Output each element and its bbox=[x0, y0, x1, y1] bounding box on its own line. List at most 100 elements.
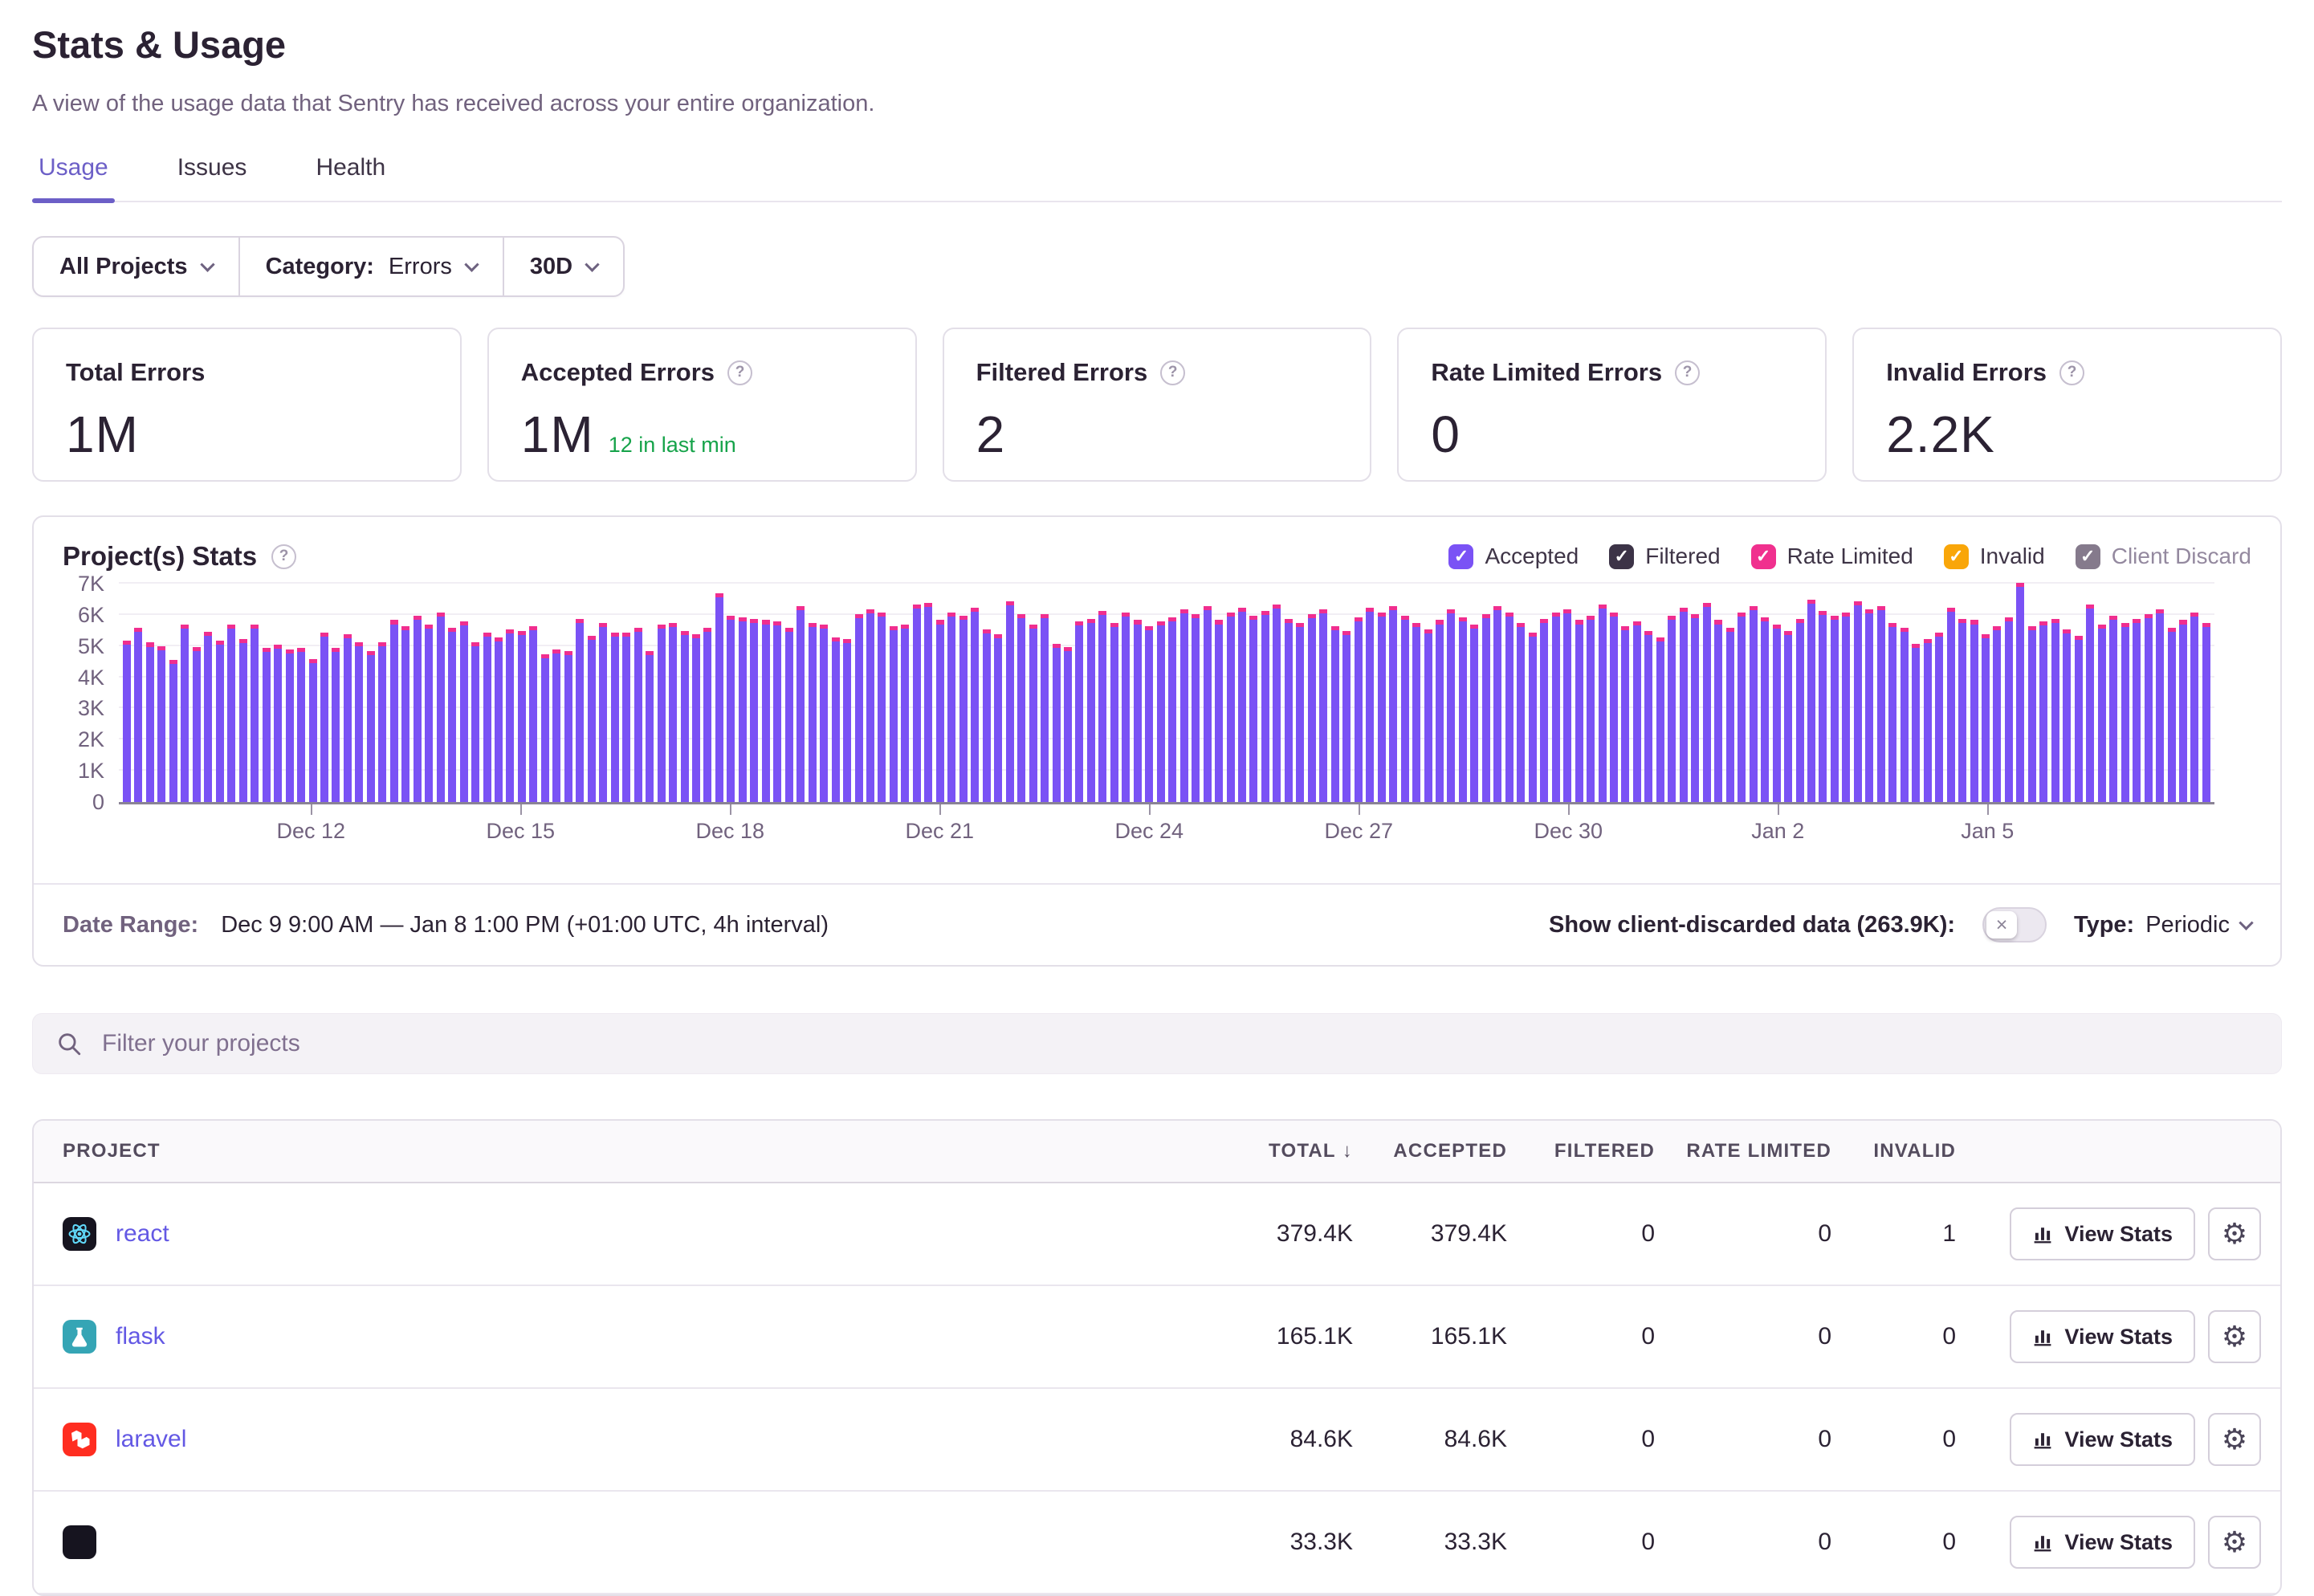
chart-bar[interactable] bbox=[959, 616, 968, 802]
chart-bar[interactable] bbox=[1122, 613, 1130, 802]
chart-bar[interactable] bbox=[1935, 633, 1943, 802]
chart-bar[interactable] bbox=[1958, 619, 1966, 802]
chart-bar[interactable] bbox=[1145, 626, 1153, 802]
chart-bar[interactable] bbox=[529, 626, 537, 802]
chart-bar[interactable] bbox=[692, 634, 700, 802]
chart-bar[interactable] bbox=[227, 625, 235, 802]
chart-bar[interactable] bbox=[181, 625, 189, 802]
help-icon[interactable]: ? bbox=[271, 544, 296, 569]
chart-bar[interactable] bbox=[123, 641, 131, 802]
chart-bar[interactable] bbox=[1238, 608, 1246, 802]
chart-bar[interactable] bbox=[564, 651, 572, 802]
chart-bar[interactable] bbox=[622, 633, 630, 802]
chart-bar[interactable] bbox=[947, 613, 955, 802]
chart-bar[interactable] bbox=[274, 645, 282, 802]
chart-bar[interactable] bbox=[309, 659, 317, 802]
chart-bar[interactable] bbox=[320, 633, 328, 802]
chart-bar[interactable] bbox=[983, 629, 991, 802]
chart-bar[interactable] bbox=[297, 648, 305, 802]
chart-bar[interactable] bbox=[773, 621, 781, 802]
chart-bar[interactable] bbox=[425, 625, 433, 802]
chart-bar[interactable] bbox=[1831, 616, 1839, 802]
chart-bar[interactable] bbox=[1656, 637, 1664, 802]
chart-bar[interactable] bbox=[169, 660, 177, 802]
chart-bar[interactable] bbox=[2051, 619, 2059, 802]
chart-bar[interactable] bbox=[1761, 617, 1769, 802]
chart-bar[interactable] bbox=[251, 625, 259, 802]
project-settings-button[interactable]: ⚙ bbox=[2208, 1310, 2261, 1363]
chart-bar[interactable] bbox=[1075, 621, 1083, 802]
chart-bar[interactable] bbox=[2075, 636, 2083, 802]
chart-bar[interactable] bbox=[518, 631, 526, 802]
chart-bar[interactable] bbox=[2190, 613, 2198, 802]
chart-bar[interactable] bbox=[1470, 625, 1478, 802]
chart-bar[interactable] bbox=[495, 637, 503, 802]
chart-bar[interactable] bbox=[1261, 611, 1269, 802]
chart-bar[interactable] bbox=[2179, 620, 2187, 802]
chart-bar[interactable] bbox=[1517, 623, 1525, 802]
chart-bar[interactable] bbox=[646, 651, 654, 802]
chart-bar[interactable] bbox=[1389, 606, 1397, 802]
column-header-total[interactable]: TOTAL↓ bbox=[1200, 1140, 1353, 1162]
chart-bar[interactable] bbox=[2086, 605, 2094, 802]
chart-bar[interactable] bbox=[2202, 623, 2210, 802]
chart-bar[interactable] bbox=[634, 628, 642, 802]
chart-bar[interactable] bbox=[1912, 644, 1920, 802]
chart-bar[interactable] bbox=[401, 626, 409, 802]
chart-bar[interactable] bbox=[715, 593, 723, 802]
chart-bar[interactable] bbox=[1157, 621, 1165, 802]
chart-bar[interactable] bbox=[1888, 623, 1896, 802]
chart-bar[interactable] bbox=[1331, 626, 1339, 802]
chart-bar[interactable] bbox=[924, 603, 932, 802]
chart-bar[interactable] bbox=[1098, 611, 1106, 802]
chart-bar[interactable] bbox=[1366, 608, 1374, 802]
chart-bar[interactable] bbox=[843, 639, 851, 802]
chart-bar[interactable] bbox=[1459, 617, 1467, 802]
date-range-dropdown[interactable]: 30D bbox=[504, 238, 623, 295]
chart-bar[interactable] bbox=[1703, 603, 1711, 802]
chart-bar[interactable] bbox=[2016, 583, 2024, 802]
chart-bar[interactable] bbox=[1644, 631, 1652, 802]
tab-issues[interactable]: Issues bbox=[171, 154, 254, 201]
chart-bar[interactable] bbox=[1877, 606, 1885, 802]
chart-bar[interactable] bbox=[541, 654, 549, 802]
chart-bar[interactable] bbox=[890, 626, 898, 802]
chart-bar[interactable] bbox=[157, 646, 165, 802]
chart-bar[interactable] bbox=[239, 639, 247, 802]
chart-bar[interactable] bbox=[1134, 620, 1142, 802]
chart-bar[interactable] bbox=[1204, 606, 1212, 802]
help-icon[interactable]: ? bbox=[1675, 360, 1700, 385]
chart-bar[interactable] bbox=[1575, 620, 1583, 802]
chart-bar[interactable] bbox=[588, 636, 596, 802]
chart-bar[interactable] bbox=[1714, 620, 1722, 802]
chart-bar[interactable] bbox=[1319, 609, 1327, 802]
chart-bar[interactable] bbox=[1215, 620, 1223, 802]
chart-bar[interactable] bbox=[866, 609, 874, 802]
chart-bar[interactable] bbox=[1192, 614, 1200, 802]
chart-bar[interactable] bbox=[1180, 609, 1188, 802]
legend-item-rate-limited[interactable]: ✓Rate Limited bbox=[1751, 544, 1913, 569]
legend-item-client-discard[interactable]: ✓Client Discard bbox=[2076, 544, 2251, 569]
legend-item-invalid[interactable]: ✓Invalid bbox=[1944, 544, 2045, 569]
chart-bar[interactable] bbox=[1087, 619, 1095, 802]
chart-bar[interactable] bbox=[1053, 644, 1061, 802]
chart-bar[interactable] bbox=[762, 620, 770, 802]
chart-bar[interactable] bbox=[2145, 614, 2153, 802]
projects-filter-dropdown[interactable]: All Projects bbox=[34, 238, 240, 295]
chart-bar[interactable] bbox=[1621, 626, 1629, 802]
chart-bar[interactable] bbox=[1505, 613, 1513, 802]
chart-bar[interactable] bbox=[332, 648, 340, 802]
client-discard-toggle[interactable]: × bbox=[1982, 907, 2047, 943]
chart-bar[interactable] bbox=[1029, 625, 1037, 802]
chart-bar[interactable] bbox=[1865, 609, 1873, 802]
chart-bar[interactable] bbox=[1854, 601, 1862, 802]
project-settings-button[interactable]: ⚙ bbox=[2208, 1207, 2261, 1260]
chart-bar[interactable] bbox=[2156, 609, 2164, 802]
chart-bar[interactable] bbox=[1587, 616, 1595, 802]
chart-bar[interactable] bbox=[1993, 626, 2001, 802]
chart-bar[interactable] bbox=[878, 613, 886, 802]
column-header-invalid[interactable]: INVALID bbox=[1831, 1140, 1956, 1162]
chart-bar[interactable] bbox=[146, 642, 154, 802]
chart-bar[interactable] bbox=[1738, 613, 1746, 802]
help-icon[interactable]: ? bbox=[1160, 360, 1185, 385]
